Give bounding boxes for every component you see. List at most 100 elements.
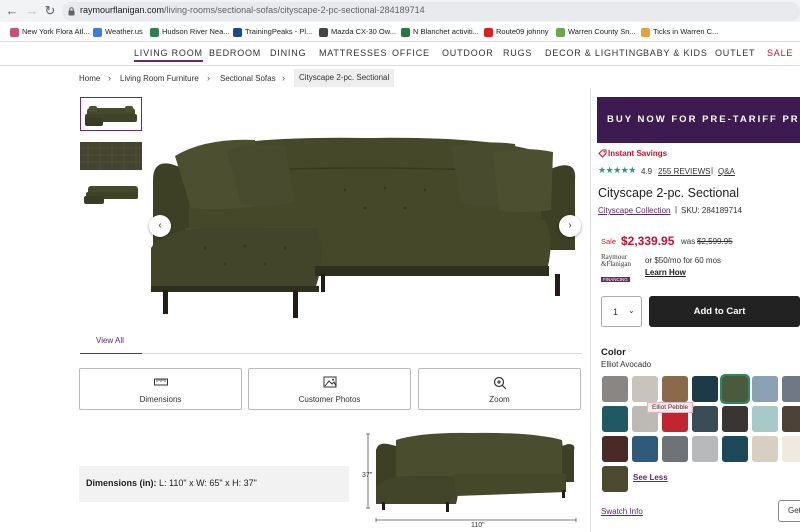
- was-price: $2,599.95: [697, 237, 733, 246]
- bookmark-item[interactable]: Warren County Sn...: [556, 25, 636, 39]
- get-button[interactable]: Get: [778, 500, 800, 522]
- thumbnail-sectional-angle[interactable]: [80, 180, 142, 214]
- bookmark-label: Mazda CX-30 Ow...: [331, 27, 397, 36]
- color-swatch[interactable]: [782, 376, 800, 402]
- color-swatch[interactable]: [602, 466, 628, 492]
- url-domain: raymourflanigan.com: [80, 5, 165, 15]
- collection-link[interactable]: Cityscape Collection: [598, 206, 670, 215]
- browser-toolbar: ← → ↻ raymourflanigan.com/living-rooms/s…: [0, 0, 800, 22]
- carousel-prev-button[interactable]: ‹: [149, 215, 171, 237]
- bookmark-favicon-icon: [401, 27, 410, 37]
- color-swatch[interactable]: [692, 376, 718, 402]
- address-bar[interactable]: raymourflanigan.com/living-rooms/section…: [62, 2, 800, 21]
- bookmark-label: TrainingPeaks - Pl...: [245, 27, 313, 36]
- bookmark-item[interactable]: Weather.us: [93, 25, 143, 39]
- learn-how-link[interactable]: Learn How: [645, 268, 686, 277]
- bookmark-item[interactable]: Ticks in Warren C...: [641, 25, 718, 39]
- nav-item-office[interactable]: OFFICE: [392, 48, 430, 58]
- bookmark-favicon-icon: [10, 27, 19, 37]
- color-swatch[interactable]: [662, 436, 688, 462]
- bookmark-favicon-icon: [556, 27, 565, 37]
- bookmark-item[interactable]: Mazda CX-30 Ow...: [319, 25, 396, 39]
- color-swatch[interactable]: [692, 436, 718, 462]
- carousel-next-button[interactable]: ›: [559, 215, 581, 237]
- photo-icon: [323, 376, 337, 388]
- nav-item-sale[interactable]: SALE: [767, 48, 793, 58]
- promo-banner[interactable]: BUY NOW FOR PRE-TARIFF PR: [597, 97, 800, 143]
- nav-item-bedroom[interactable]: BEDROOM: [209, 48, 261, 58]
- zoom-label: Zoom: [489, 395, 510, 404]
- bookmark-favicon-icon: [233, 27, 242, 37]
- swatch-tooltip: Elliot Pebble: [647, 402, 694, 413]
- bookmark-favicon-icon: [641, 27, 650, 37]
- bookmark-favicon-icon: [93, 27, 102, 37]
- breadcrumb-current: Cityscape 2-pc. Sectional: [294, 69, 395, 87]
- bookmark-item[interactable]: Route09 johnny: [484, 25, 549, 39]
- bookmark-label: New York Flora Atl...: [22, 27, 90, 36]
- color-swatch[interactable]: [602, 376, 628, 402]
- color-swatch[interactable]: [602, 436, 628, 462]
- nav-item-decor-lighting[interactable]: DECOR & LIGHTING: [545, 48, 644, 58]
- back-icon[interactable]: ←: [4, 3, 20, 19]
- add-to-cart-button[interactable]: Add to Cart: [649, 296, 800, 327]
- customer-photos-button[interactable]: Customer Photos: [248, 368, 411, 410]
- forward-icon[interactable]: →: [24, 3, 40, 19]
- color-swatch[interactable]: [722, 406, 748, 432]
- breadcrumb-home[interactable]: Home: [79, 74, 100, 83]
- url-path: /living-rooms/sectional-sofas/cityscape-…: [164, 5, 425, 15]
- nav-item-dining[interactable]: DINING: [270, 48, 306, 58]
- sofa-thumbnail-image: [84, 186, 138, 204]
- thumbnail-sectional-front[interactable]: [80, 97, 142, 131]
- thumbnail-fabric-swatch[interactable]: [80, 142, 142, 176]
- nav-item-outdoor[interactable]: OUTDOOR: [442, 48, 494, 58]
- main-sofa-image: [151, 137, 576, 318]
- bookmark-label: Warren County Sn...: [568, 27, 636, 36]
- nav-item-rugs[interactable]: RUGS: [503, 48, 532, 58]
- rating-value: 4.9: [641, 167, 653, 176]
- view-all-link[interactable]: View All: [96, 336, 124, 345]
- sku-separator: |: [675, 205, 678, 214]
- fabric-texture-image: [80, 142, 142, 170]
- site-nav: LIVING ROOM BEDROOM DINING MATTRESSES OFFICE…: [0, 42, 800, 66]
- bookmark-item[interactable]: N Blanchet activiti...: [401, 25, 479, 39]
- financing-text: or $50/mo for 60 mos: [645, 256, 722, 265]
- color-swatch[interactable]: [602, 406, 628, 432]
- color-swatch[interactable]: [752, 376, 778, 402]
- quantity-value: 1: [613, 307, 619, 317]
- ruler-icon: [154, 378, 168, 386]
- swatch-info-link[interactable]: Swatch Info: [601, 507, 643, 516]
- nav-item-mattresses[interactable]: MATTRESSES: [319, 48, 387, 58]
- color-swatch[interactable]: [632, 376, 658, 402]
- breadcrumb-living-room[interactable]: Living Room Furniture: [120, 74, 199, 83]
- was-label: was: [681, 237, 696, 246]
- color-swatch[interactable]: [782, 436, 800, 462]
- chevron-down-icon: ⌄: [628, 306, 635, 315]
- quantity-select[interactable]: 1 ⌄: [601, 296, 642, 327]
- bookmark-favicon-icon: [150, 27, 159, 37]
- color-swatch[interactable]: [692, 406, 718, 432]
- bookmark-item[interactable]: New York Flora Atl...: [10, 25, 90, 39]
- nav-item-baby-kids[interactable]: BABY & KIDS: [643, 48, 708, 58]
- dimensions-button[interactable]: Dimensions: [79, 368, 242, 410]
- bookmark-item[interactable]: Hudson River Nea...: [150, 25, 230, 39]
- color-swatch[interactable]: [720, 374, 750, 404]
- color-swatch[interactable]: [752, 406, 778, 432]
- see-less-link[interactable]: See Less: [633, 473, 668, 482]
- nav-item-living-room[interactable]: LIVING ROOM: [134, 48, 203, 62]
- reviews-link[interactable]: 255 REVIEWS: [658, 167, 710, 176]
- zoom-button[interactable]: Zoom: [418, 368, 581, 410]
- color-swatch[interactable]: [722, 436, 748, 462]
- bookmark-item[interactable]: TrainingPeaks - Pl...: [233, 25, 312, 39]
- color-swatch[interactable]: [632, 436, 658, 462]
- reload-icon[interactable]: ↻: [42, 3, 58, 19]
- dimensions-text: Dimensions (in): L: 110" x W: 65" x H: 3…: [86, 478, 257, 488]
- dimensions-value: L: 110" x W: 65" x H: 37": [159, 478, 257, 488]
- nav-item-outlet[interactable]: OUTLET: [715, 48, 755, 58]
- breadcrumb-sectionals[interactable]: Sectional Sofas: [220, 74, 276, 83]
- color-swatch[interactable]: [782, 406, 800, 432]
- color-swatch[interactable]: [752, 436, 778, 462]
- bookmark-label: Weather.us: [105, 27, 143, 36]
- color-swatch[interactable]: [662, 376, 688, 402]
- qa-link[interactable]: Q&A: [718, 167, 735, 176]
- breadcrumb-separator: ›: [108, 73, 111, 83]
